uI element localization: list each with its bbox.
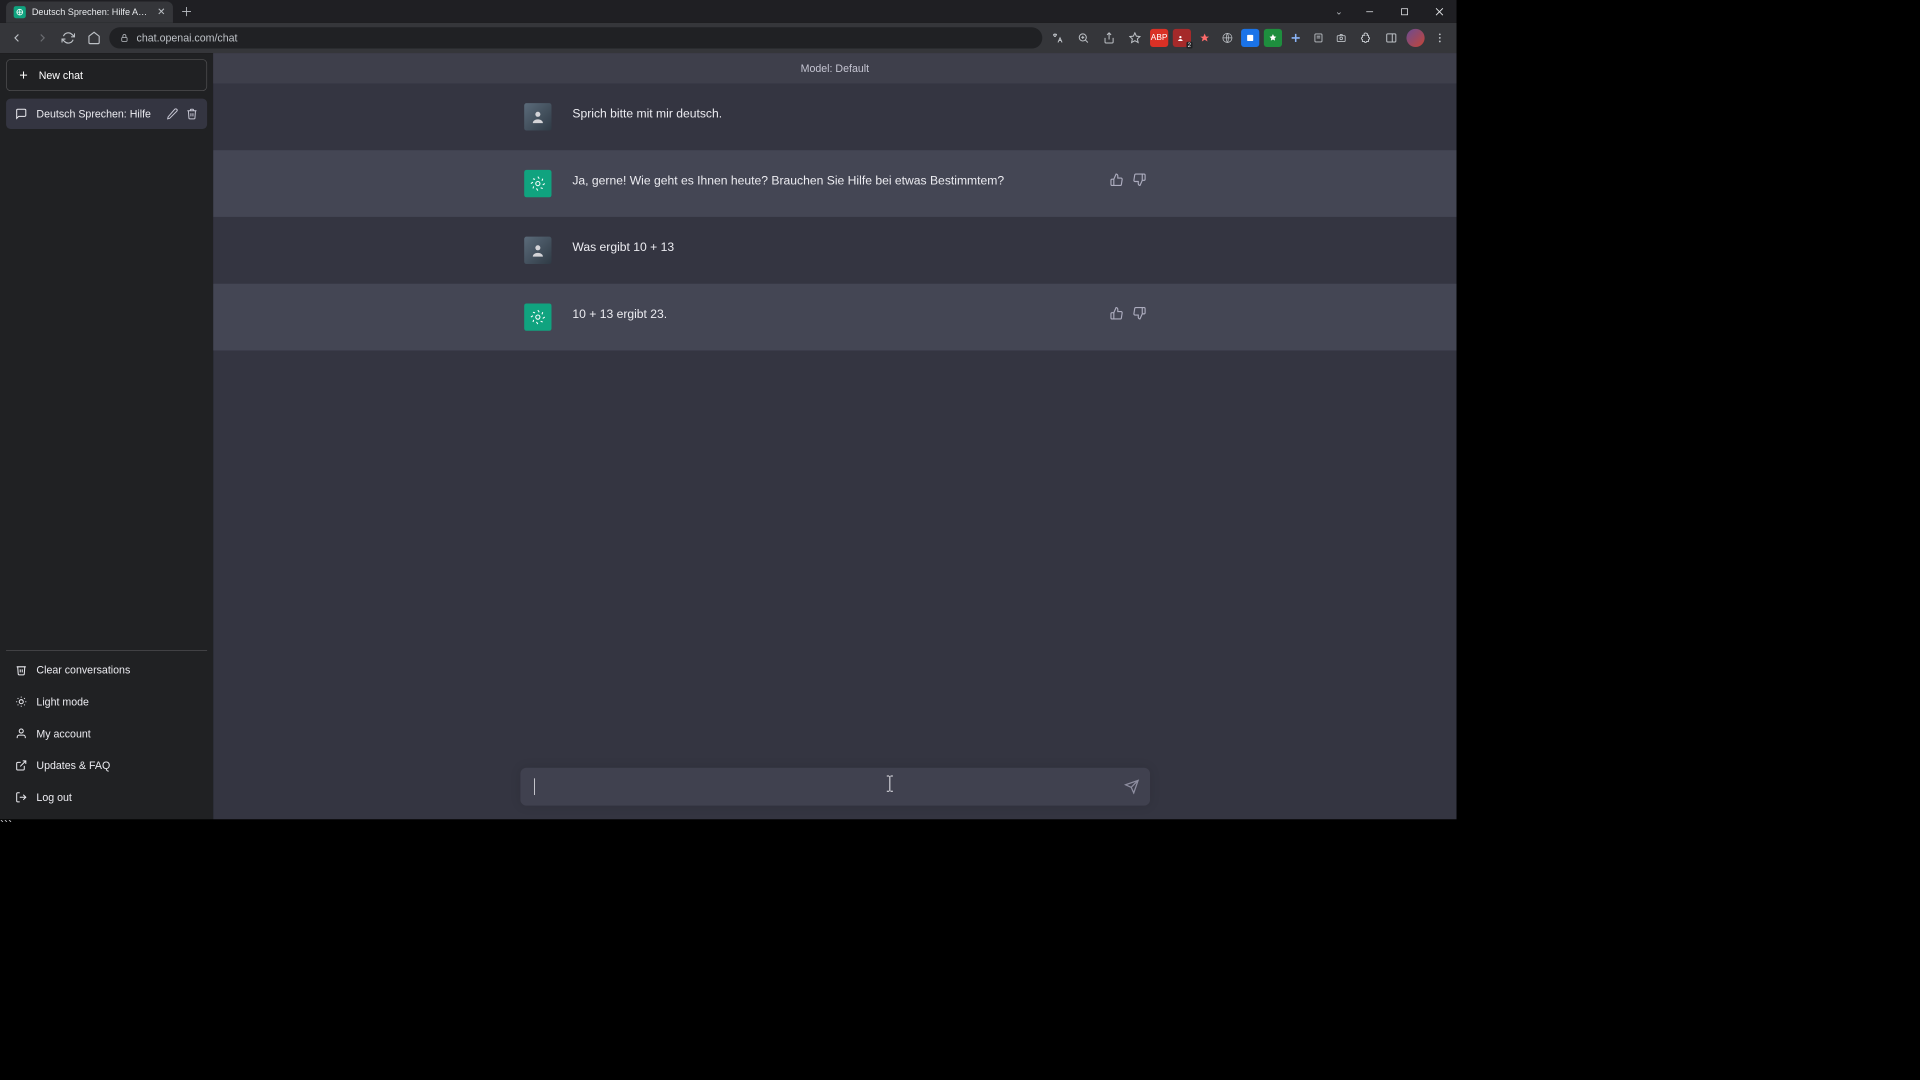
browser-tab-title: Deutsch Sprechen: Hilfe Angebo <box>32 7 151 18</box>
sidepanel-icon[interactable] <box>1381 27 1402 48</box>
message-feedback <box>1109 306 1145 320</box>
share-icon[interactable] <box>1098 27 1119 48</box>
bookmark-star-icon[interactable] <box>1124 27 1145 48</box>
sidebar: New chat Deutsch Sprechen: Hilfe Clea <box>0 53 213 819</box>
assistant-avatar-icon <box>524 303 551 330</box>
message-feedback <box>1109 173 1145 187</box>
updates-faq-label: Updates & FAQ <box>36 759 110 771</box>
conversation-list: Deutsch Sprechen: Hilfe <box>6 99 207 651</box>
light-mode-label: Light mode <box>36 696 89 708</box>
conversation-title: Deutsch Sprechen: Hilfe <box>36 108 157 120</box>
tab-search-icon[interactable]: ⌄ <box>1335 0 1343 23</box>
clear-conversations-label: Clear conversations <box>36 664 130 676</box>
address-bar[interactable]: chat.openai.com/chat <box>109 27 1042 48</box>
input-area <box>213 768 1456 806</box>
chrome-menu-icon[interactable] <box>1429 27 1450 48</box>
zoom-icon[interactable] <box>1073 27 1094 48</box>
extension-abp-icon[interactable]: ABP <box>1150 29 1168 47</box>
model-header: Model: Default <box>213 53 1456 83</box>
message-text: Was ergibt 10 + 13 <box>572 237 1146 264</box>
nav-home-button[interactable] <box>83 27 104 48</box>
window-maximize-button[interactable] <box>1387 0 1422 23</box>
new-chat-button[interactable]: New chat <box>6 59 207 91</box>
chat-input-container[interactable] <box>520 768 1150 806</box>
user-avatar-icon <box>524 237 551 264</box>
updates-faq-button[interactable]: Updates & FAQ <box>6 749 207 781</box>
message-row-assistant: Ja, gerne! Wie geht es Ihnen heute? Brau… <box>213 150 1456 217</box>
extensions-puzzle-icon[interactable] <box>1355 27 1376 48</box>
url-text: chat.openai.com/chat <box>137 32 238 44</box>
tab-close-icon[interactable]: ✕ <box>157 6 165 18</box>
window-controls <box>1352 0 1457 23</box>
logout-label: Log out <box>36 791 71 803</box>
window-close-button[interactable] <box>1422 0 1457 23</box>
browser-toolbar: chat.openai.com/chat ABP <box>0 23 1457 53</box>
message-text: Sprich bitte mit mir deutsch. <box>572 103 1146 130</box>
browser-tab-strip: Deutsch Sprechen: Hilfe Angebo ✕ ＋ ⌄ <box>0 0 1457 23</box>
favicon-icon <box>14 6 26 18</box>
profile-avatar-icon[interactable] <box>1406 29 1424 47</box>
nav-back-button[interactable] <box>6 27 27 48</box>
thumbs-down-icon[interactable] <box>1132 173 1146 187</box>
edit-conversation-icon[interactable] <box>166 108 178 120</box>
app-root: New chat Deutsch Sprechen: Hilfe Clea <box>0 53 1457 819</box>
extension-globe-icon[interactable] <box>1218 29 1236 47</box>
clear-conversations-button[interactable]: Clear conversations <box>6 654 207 686</box>
extension-pin-icon[interactable] <box>1196 29 1214 47</box>
toolbar-actions: ABP <box>1047 27 1451 48</box>
extension-plus-icon[interactable] <box>1287 29 1305 47</box>
extension-green-icon[interactable] <box>1264 29 1282 47</box>
logout-button[interactable]: Log out <box>6 781 207 813</box>
sidebar-footer: Clear conversations Light mode My accoun… <box>6 650 207 813</box>
light-mode-button[interactable]: Light mode <box>6 686 207 718</box>
nav-reload-button[interactable] <box>58 27 79 48</box>
browser-tab-active[interactable]: Deutsch Sprechen: Hilfe Angebo ✕ <box>6 2 173 23</box>
extension-blue-icon[interactable] <box>1241 29 1259 47</box>
thumbs-up-icon[interactable] <box>1109 173 1123 187</box>
message-text: 10 + 13 ergibt 23. <box>572 303 1146 330</box>
user-avatar-icon <box>524 103 551 130</box>
message-row-user: Was ergibt 10 + 13 <box>213 217 1456 284</box>
translate-icon[interactable] <box>1047 27 1068 48</box>
lock-icon <box>120 33 129 42</box>
chat-thread: Sprich bitte mit mir deutsch. Ja, gerne!… <box>213 83 1456 819</box>
conversation-item-active[interactable]: Deutsch Sprechen: Hilfe <box>6 99 207 129</box>
new-chat-label: New chat <box>39 69 83 81</box>
thumbs-down-icon[interactable] <box>1132 306 1146 320</box>
my-account-label: My account <box>36 727 90 739</box>
new-tab-button[interactable]: ＋ <box>173 0 200 23</box>
chat-input[interactable] <box>534 780 1111 794</box>
extension-camera-icon[interactable] <box>1332 29 1350 47</box>
send-button[interactable] <box>1124 779 1139 794</box>
message-text: Ja, gerne! Wie geht es Ihnen heute? Brau… <box>572 170 1146 197</box>
conversation-item-actions <box>166 108 198 120</box>
chat-main: Model: Default Sprich bitte mit mir deut… <box>213 53 1456 819</box>
extension-note-icon[interactable] <box>1309 29 1327 47</box>
nav-forward-button[interactable] <box>32 27 53 48</box>
assistant-avatar-icon <box>524 170 551 197</box>
extension-notif-icon[interactable] <box>1173 29 1191 47</box>
model-label: Model: Default <box>801 62 869 74</box>
window-minimize-button[interactable] <box>1352 0 1387 23</box>
ibeam-cursor-icon <box>884 775 886 792</box>
message-row-user: Sprich bitte mit mir deutsch. <box>213 83 1456 150</box>
thumbs-up-icon[interactable] <box>1109 306 1123 320</box>
message-row-assistant: 10 + 13 ergibt 23. <box>213 284 1456 351</box>
my-account-button[interactable]: My account <box>6 718 207 750</box>
delete-conversation-icon[interactable] <box>186 108 198 120</box>
